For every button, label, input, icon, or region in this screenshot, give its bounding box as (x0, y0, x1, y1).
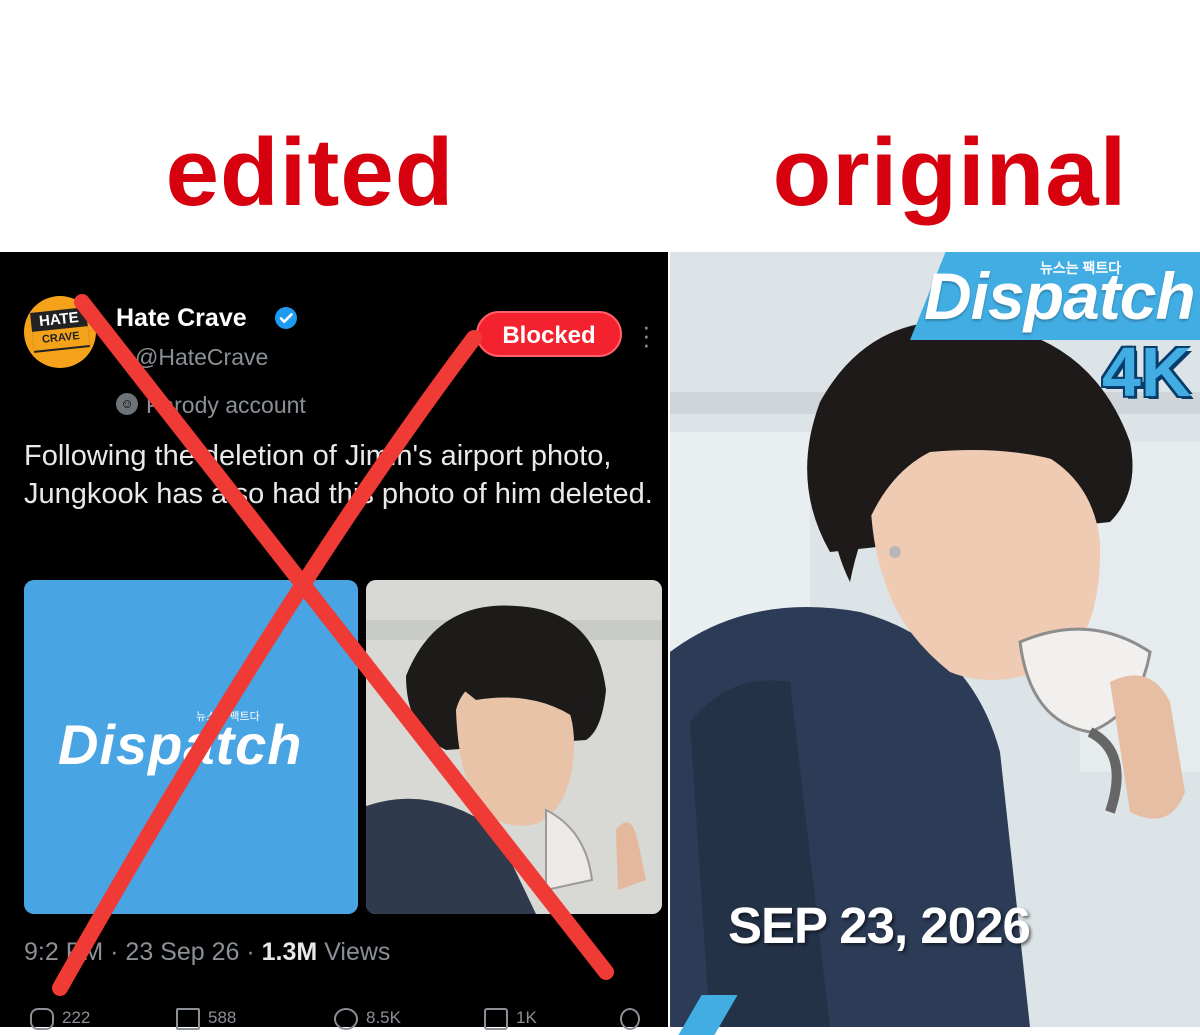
repost-count: 588 (208, 1008, 237, 1027)
dispatch-logo: Dispatch (58, 713, 303, 776)
parody-mask-icon: ☺ (116, 393, 138, 415)
verified-badge-icon (275, 307, 297, 329)
edited-heading: edited (165, 119, 455, 226)
jungkook-photo-thumb (366, 580, 662, 914)
user-handle[interactable]: @HateCrave (135, 344, 268, 371)
views-count: 1.3M (261, 938, 318, 966)
avatar-logo: HATE CRAVE (30, 307, 90, 353)
tweet-meta: 9:2 PM · 23 Sep 26 · 1.3M Views (24, 938, 391, 966)
tweet-date: 23 Sep 26 (125, 938, 240, 966)
tweet-time: 9:2 PM (24, 938, 104, 966)
dispatch-logo-original: Dispatch (924, 259, 1196, 333)
blocked-button[interactable]: Blocked (476, 311, 622, 357)
avatar[interactable]: HATE CRAVE (24, 296, 96, 368)
photo-date: SEP 23, 2026 (728, 897, 1031, 954)
tweet-text: Following the deletion of Jimin's airpor… (24, 440, 653, 510)
like-count: 8.5K (366, 1008, 401, 1027)
views-label: Views (324, 938, 391, 966)
tweet-actions: 222 588 8.5K 1K (24, 1000, 664, 1030)
reply-count: 222 (62, 1008, 91, 1027)
parody-label: Parody account (146, 392, 306, 418)
badge-4k: 4K (1102, 333, 1192, 411)
tweet-media-dispatch-logo[interactable]: 뉴스는 팩트다 Dispatch (24, 580, 358, 914)
bookmark-count: 1K (516, 1008, 537, 1027)
display-name[interactable]: Hate Crave (116, 303, 247, 333)
original-heading: original (772, 119, 1128, 226)
more-options-icon[interactable]: · · · (642, 313, 651, 357)
tweet-media-photo[interactable] (366, 580, 662, 914)
